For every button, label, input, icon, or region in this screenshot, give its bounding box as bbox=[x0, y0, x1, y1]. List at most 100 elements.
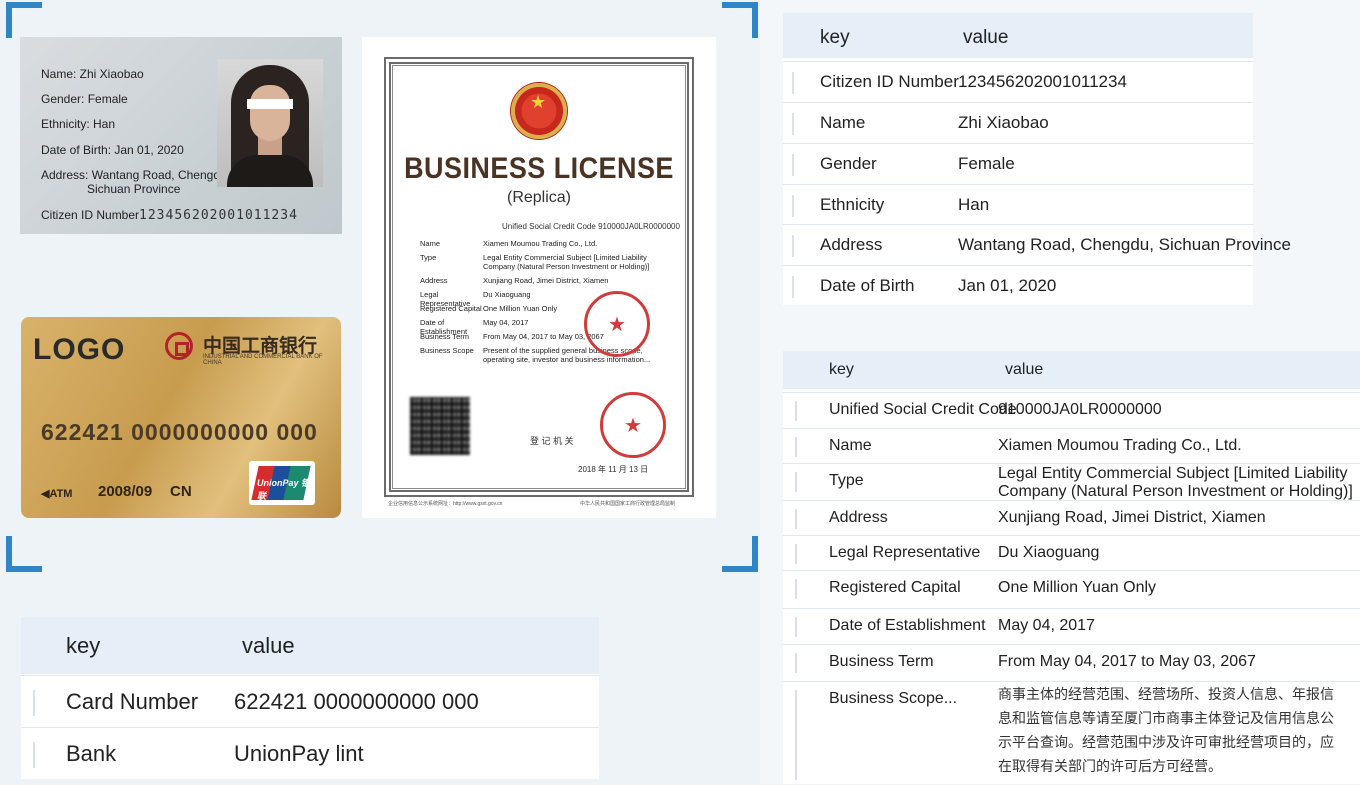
license-kv-table: key value Unified Social Credit Code 9100… bbox=[783, 351, 1360, 784]
unionpay-logo-text: UnionPay 银联 bbox=[257, 478, 311, 501]
row-value: 910000JA0LR0000000 bbox=[998, 401, 1162, 418]
id-card-citizen-label: Citizen ID Number bbox=[41, 208, 140, 222]
row-key: Date of Birth bbox=[820, 276, 915, 295]
row-key: Name bbox=[820, 113, 866, 132]
unionpay-logo-icon: UnionPay 银联 bbox=[249, 461, 315, 505]
table-row: Bank UnionPay lint bbox=[21, 727, 599, 780]
license-field-key: Name bbox=[420, 239, 441, 248]
bank-card-country: CN bbox=[170, 483, 192, 500]
national-emblem-icon: ★ bbox=[510, 82, 568, 144]
table-row: Citizen ID Number 123456202001011234 bbox=[783, 61, 1253, 102]
row-value: 商事主体的经营范围、经营场所、投资人信息、年报信息和监管信息等请至厦门市商事主体… bbox=[998, 686, 1334, 774]
license-credit-code: Unified Social Credit Code 910000JA0LR00… bbox=[502, 222, 680, 231]
row-key: Legal Representative bbox=[829, 544, 981, 561]
id-card-citizen-row: Citizen ID Number123456202001011234 bbox=[41, 208, 298, 223]
table-row: Name Xiamen Moumou Trading Co., Ltd. bbox=[783, 428, 1360, 463]
license-field-key: Address bbox=[420, 276, 448, 285]
row-value: Female bbox=[958, 154, 1015, 173]
table-row: Business Scope... 商事主体的经营范围、经营场所、投资人信息、年报… bbox=[783, 681, 1360, 785]
row-value: 622421 0000000000 000 bbox=[234, 689, 479, 714]
row-key: Bank bbox=[66, 741, 117, 766]
license-credit-code-label: Unified Social Credit Code bbox=[502, 222, 596, 231]
row-value: Xunjiang Road, Jimei District, Xiamen bbox=[998, 509, 1266, 526]
license-issuer: 登 记 机 关 bbox=[530, 436, 574, 446]
license-field-value: Present of the supplied general business… bbox=[483, 346, 651, 364]
id-card-name: Name: Zhi Xiaobao bbox=[41, 67, 144, 81]
bank-card-bank-subtitle: INDUSTRIAL AND COMMERCIAL BANK OF CHINA bbox=[203, 354, 323, 366]
id-card-address-line2: Sichuan Province bbox=[87, 182, 181, 196]
header-value: value bbox=[242, 633, 295, 658]
table-row: Business Term From May 04, 2017 to May 03… bbox=[783, 644, 1360, 681]
license-field-value: Xunjiang Road, Jimei District, Xiamen bbox=[483, 276, 609, 285]
id-photo bbox=[217, 59, 323, 187]
id-card-image: Name: Zhi Xiaobao Gender: Female Ethnici… bbox=[20, 37, 342, 234]
row-value: From May 04, 2017 to May 03, 2067 bbox=[998, 653, 1256, 670]
row-value: Han bbox=[958, 195, 990, 214]
header-key: key bbox=[66, 633, 101, 658]
business-license-image: ★ BUSINESS LICENSE (Replica) Unified Soc… bbox=[362, 37, 716, 518]
id-card-kv-table: key value Citizen ID Number 1234562020010… bbox=[783, 13, 1291, 306]
license-credit-code-value: 910000JA0LR0000000 bbox=[598, 222, 680, 231]
row-key: Gender bbox=[820, 154, 877, 173]
table-row: Unified Social Credit Code 910000JA0LR000… bbox=[783, 392, 1360, 427]
license-field-row: Name Xiamen Moumou Trading Co., Ltd. bbox=[420, 239, 670, 248]
row-value: Legal Entity Commercial Subject [Limited… bbox=[998, 465, 1353, 500]
corner-bracket-top-left bbox=[6, 2, 42, 38]
license-field-key: Type bbox=[420, 253, 437, 262]
id-card-gender: Gender: Female bbox=[41, 92, 128, 106]
table-header: key value bbox=[783, 13, 1253, 58]
license-subtitle: (Replica) bbox=[506, 189, 571, 206]
icbc-logo-icon bbox=[165, 332, 193, 360]
header-value: value bbox=[963, 27, 1009, 48]
row-value: One Million Yuan Only bbox=[998, 579, 1157, 596]
row-value: Zhi Xiaobao bbox=[958, 113, 1049, 132]
license-field-row: Type Legal Entity Commercial Subject [Lim… bbox=[420, 253, 670, 271]
qr-code-icon bbox=[410, 397, 470, 455]
header-value: value bbox=[1005, 361, 1044, 378]
row-value: UnionPay lint bbox=[234, 741, 364, 766]
bank-card-expiry: 2008/09 bbox=[98, 483, 153, 500]
table-row: Date of Establishment May 04, 2017 bbox=[783, 608, 1360, 645]
table-row: Card Number 622421 0000000000 000 bbox=[21, 675, 599, 728]
row-key: Address bbox=[820, 235, 883, 254]
table-row: Date of Birth Jan 01, 2020 bbox=[783, 265, 1253, 306]
table-row: Gender Female bbox=[783, 143, 1253, 184]
license-field-key: Business Scope bbox=[420, 346, 474, 355]
header-key: key bbox=[820, 27, 850, 48]
license-date: 2018 年 11 月 13 日 bbox=[578, 465, 649, 474]
row-value: Xiamen Moumou Trading Co., Ltd. bbox=[998, 437, 1242, 454]
table-header: key value bbox=[21, 617, 599, 674]
license-field-value: Xiamen Moumou Trading Co., Ltd. bbox=[483, 239, 598, 248]
corner-bracket-top-right bbox=[722, 2, 758, 38]
license-field-row: Address Xunjiang Road, Jimei District, Xi… bbox=[420, 276, 670, 285]
table-row: Address Wantang Road, Chengdu, Sichuan Pr… bbox=[783, 224, 1291, 265]
red-seal-icon: ★ bbox=[600, 392, 666, 458]
row-key: Name bbox=[829, 437, 872, 454]
row-value: Du Xiaoguang bbox=[998, 544, 1100, 561]
row-value: Wantang Road, Chengdu, Sichuan Province bbox=[958, 235, 1291, 254]
row-key: Date of Establishment bbox=[829, 617, 986, 634]
row-value: May 04, 2017 bbox=[998, 617, 1095, 634]
table-header: key value bbox=[783, 351, 1360, 389]
license-title: BUSINESS LICENSE bbox=[404, 152, 674, 185]
bank-card-image: LOGO 中国工商银行 INDUSTRIAL AND COMMERCIAL BA… bbox=[21, 317, 341, 518]
header-key: key bbox=[829, 361, 854, 378]
row-value: Jan 01, 2020 bbox=[958, 276, 1057, 295]
bank-card-kv-table: key value Card Number 622421 0000000000 0… bbox=[21, 617, 599, 779]
row-value: 123456202001011234 bbox=[958, 72, 1127, 91]
id-card-address-line1: Address: Wantang Road, Chengdu, bbox=[41, 168, 231, 182]
row-key: Unified Social Credit Code bbox=[829, 401, 1017, 418]
id-card-dob: Date of Birth: Jan 01, 2020 bbox=[41, 143, 184, 157]
table-row: Address Xunjiang Road, Jimei District, Xi… bbox=[783, 500, 1360, 535]
row-key: Type bbox=[829, 472, 864, 489]
table-row: Type Legal Entity Commercial Subject [Lim… bbox=[783, 463, 1360, 500]
row-key: Card Number bbox=[66, 689, 199, 714]
row-key: Ethnicity bbox=[820, 195, 885, 214]
row-key: Registered Capital bbox=[829, 579, 961, 596]
row-key: Business Scope... bbox=[829, 690, 958, 707]
id-card-citizen-number: 123456202001011234 bbox=[139, 208, 298, 223]
license-field-value: Du Xiaoguang bbox=[483, 290, 531, 299]
table-row: Name Zhi Xiaobao bbox=[783, 102, 1253, 143]
table-row: Legal Representative Du Xiaoguang bbox=[783, 535, 1360, 570]
license-field-key: Registered Capital bbox=[420, 304, 482, 313]
